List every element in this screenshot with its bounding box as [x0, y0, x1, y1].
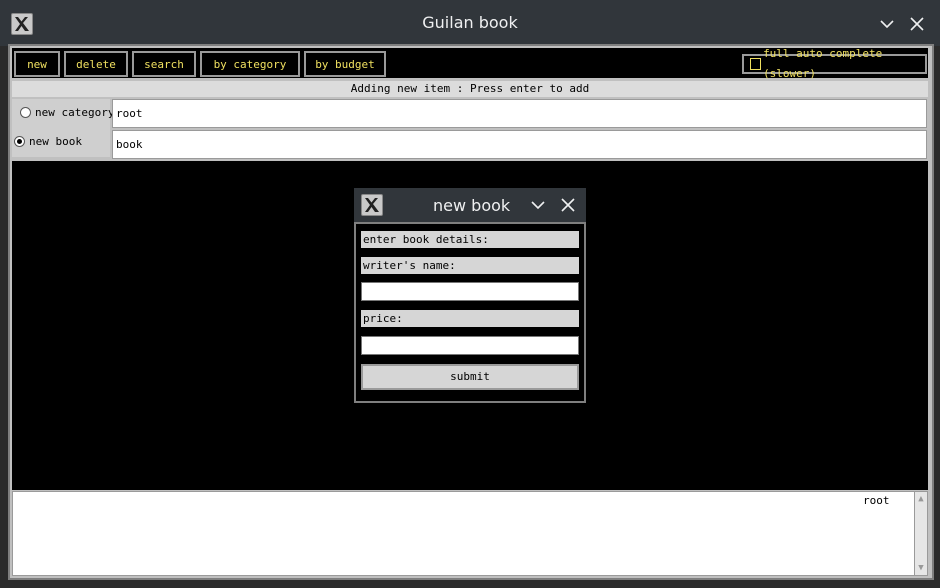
close-icon: [910, 17, 924, 31]
x-logo-icon: [365, 198, 379, 212]
full-autocomplete-checkbox[interactable]: full auto complete (slower): [742, 47, 927, 80]
status-message: Adding new item : Press enter to add: [12, 81, 928, 97]
writer-name-input[interactable]: [361, 282, 579, 301]
dialog-x-icon: [361, 194, 383, 216]
scroll-down-arrow[interactable]: ▼: [916, 563, 926, 573]
by-category-button[interactable]: by category: [199, 50, 301, 78]
name-field[interactable]: book: [112, 130, 927, 159]
output-area[interactable]: [12, 491, 928, 576]
autocomplete-label: full auto complete (slower): [763, 47, 883, 80]
radio-new-book[interactable]: new book: [14, 135, 82, 148]
delete-button[interactable]: delete: [63, 50, 129, 78]
chevron-down-icon: [531, 201, 545, 210]
scroll-up-arrow[interactable]: ▲: [916, 494, 926, 504]
radio-new-category[interactable]: new category: [20, 106, 114, 119]
dialog-heading: enter book details:: [361, 231, 579, 248]
radio-label: new category: [35, 106, 115, 119]
checkbox-box[interactable]: [750, 58, 762, 70]
dialog-close-button[interactable]: [557, 194, 579, 216]
output-text: root: [863, 494, 890, 507]
new-button[interactable]: new: [13, 50, 61, 78]
radio-label: new book: [29, 135, 82, 148]
minimize-button[interactable]: [876, 13, 898, 35]
submit-button[interactable]: submit: [361, 364, 579, 390]
writer-name-label: writer's name:: [361, 257, 579, 274]
close-icon: [561, 198, 575, 212]
search-button[interactable]: search: [131, 50, 197, 78]
by-budget-button[interactable]: by budget: [303, 50, 387, 78]
category-field[interactable]: root: [112, 99, 927, 128]
dialog-title: new book: [433, 196, 511, 215]
window-title: Guilan book: [422, 13, 518, 32]
chevron-down-icon: [880, 20, 894, 29]
radio-indicator[interactable]: [20, 107, 31, 118]
price-input[interactable]: [361, 336, 579, 355]
price-label: price:: [361, 310, 579, 327]
close-button[interactable]: [906, 13, 928, 35]
radio-indicator-selected[interactable]: [14, 136, 25, 147]
dialog-minimize-button[interactable]: [527, 194, 549, 216]
